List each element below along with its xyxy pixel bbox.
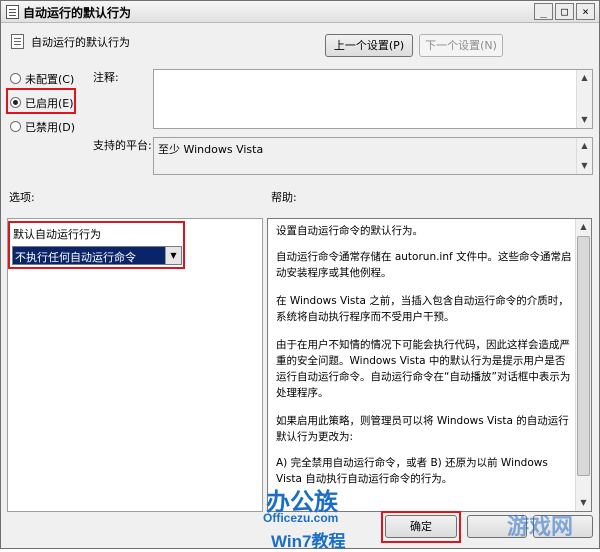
- help-paragraph: 由于在用户不知情的情况下可能会执行代码，因此这样会造成严重的安全问题。Windo…: [276, 339, 571, 399]
- radio-not-configured-indicator[interactable]: [10, 73, 21, 84]
- radio-not-configured-label: 未配置(C): [25, 73, 75, 86]
- scroll-down-icon[interactable]: ▼: [577, 158, 592, 174]
- scroll-up-icon[interactable]: ▲: [577, 138, 592, 154]
- help-scrollbar[interactable]: ▲ ▼: [575, 219, 591, 511]
- options-label: 选项:: [9, 191, 35, 204]
- autorun-behavior-label: 默认自动运行行为: [13, 228, 101, 241]
- previous-setting-button[interactable]: 上一个设置(P): [325, 34, 413, 57]
- watermark-subtitle: Win7教程: [271, 532, 346, 551]
- radio-disabled-indicator[interactable]: [10, 121, 21, 132]
- help-text-panel: 设置自动运行命令的默认行为。 自动运行命令通常存储在 autorun.inf 文…: [267, 218, 592, 512]
- scroll-down-icon[interactable]: ▼: [577, 112, 592, 128]
- watermark-url: Officezu.com: [263, 511, 339, 525]
- next-setting-button[interactable]: 下一个设置(N): [419, 34, 503, 57]
- title-bar: 自动运行的默认行为 _ □ ×: [1, 1, 599, 23]
- highlight-ok: [381, 511, 461, 543]
- close-button[interactable]: ×: [576, 3, 595, 20]
- comment-scrollbar[interactable]: ▲ ▼: [576, 70, 592, 128]
- scroll-thumb[interactable]: [577, 236, 590, 476]
- supported-platforms-value: 至少 Windows Vista: [158, 143, 264, 156]
- supported-platforms-label: 支持的平台:: [93, 139, 152, 152]
- policy-name: 自动运行的默认行为: [31, 36, 130, 49]
- dropdown-selected-value: 不执行任何自动运行命令: [15, 251, 136, 264]
- help-paragraph: 如果启用此策略，则管理员可以将 Windows Vista 的自动运行默认行为更…: [276, 415, 569, 443]
- scroll-up-icon[interactable]: ▲: [577, 70, 592, 86]
- autorun-behavior-dropdown[interactable]: 不执行任何自动运行命令 ▼: [12, 246, 182, 265]
- maximize-button[interactable]: □: [555, 3, 574, 20]
- scroll-up-icon[interactable]: ▲: [576, 219, 591, 235]
- supported-platforms-field: 至少 Windows Vista ▲ ▼: [153, 137, 593, 175]
- radio-disabled-label: 已禁用(D): [25, 121, 76, 134]
- highlight-enabled: [6, 88, 76, 114]
- help-label: 帮助:: [271, 191, 297, 204]
- help-paragraph: 自动运行命令通常存储在 autorun.inf 文件中。这些命令通常启动安装程序…: [276, 251, 572, 279]
- policy-setting-icon: [11, 34, 24, 49]
- policy-icon: [6, 5, 19, 19]
- window-title: 自动运行的默认行为: [23, 6, 132, 20]
- comment-label: 注释:: [93, 71, 119, 84]
- watermark-game-site: 游戏网: [507, 514, 574, 539]
- dialog-window: 自动运行的默认行为 _ □ × 自动运行的默认行为 上一个设置(P) 下一个设置…: [0, 0, 600, 551]
- scroll-down-icon[interactable]: ▼: [576, 495, 591, 511]
- help-paragraph: 设置自动运行命令的默认行为。: [276, 225, 423, 237]
- help-paragraph: 在 Windows Vista 之前，当插入包含自动运行命令的介质时，系统将自动…: [276, 295, 569, 323]
- minimize-button[interactable]: _: [534, 3, 553, 20]
- chevron-down-icon[interactable]: ▼: [165, 247, 181, 264]
- supported-scrollbar[interactable]: ▲ ▼: [576, 138, 592, 174]
- comment-textarea[interactable]: ▲ ▼: [153, 69, 593, 129]
